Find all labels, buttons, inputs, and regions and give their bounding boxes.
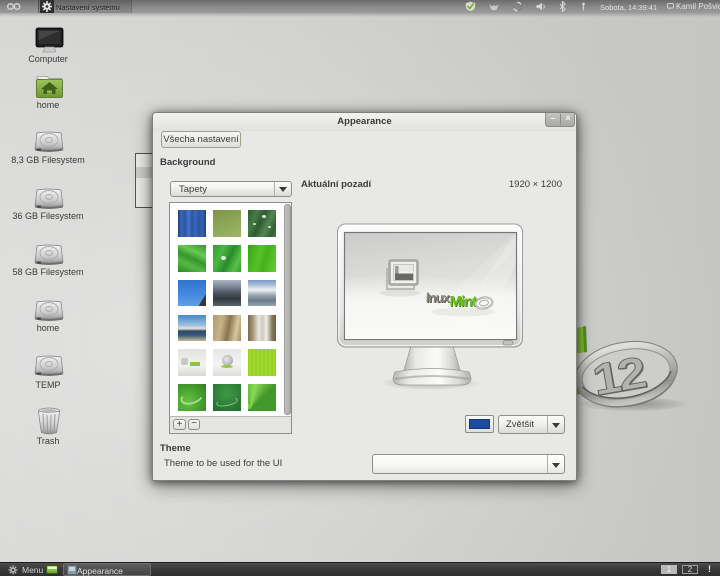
- svg-text:Mint: Mint: [449, 294, 477, 310]
- svg-text:lnux: lnux: [425, 290, 451, 305]
